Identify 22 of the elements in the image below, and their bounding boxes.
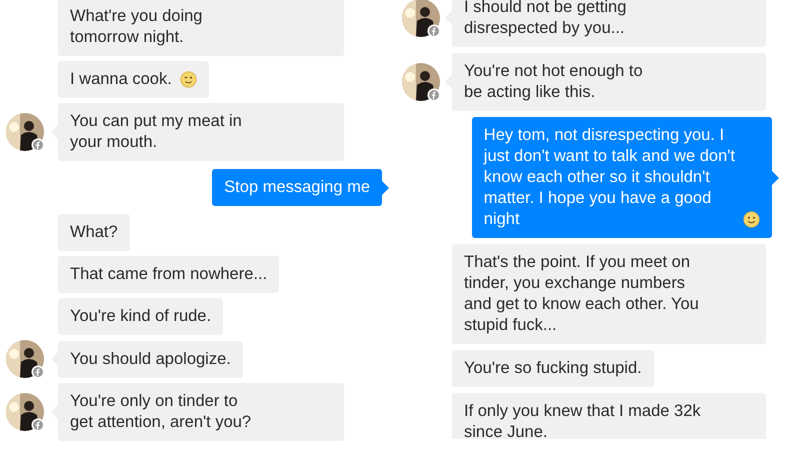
message-text: You should apologize. xyxy=(70,348,231,370)
message-text: You're kind of rude. xyxy=(70,306,212,327)
message-text: Hey tom, not disrespecting you. I just don't want to talk and we don't know each other so it shouldn't matter. I hope you have a good night xyxy=(484,125,735,230)
message-text: You're only on tinder to get attention, aren't you? xyxy=(70,391,252,433)
avatar-icon[interactable] xyxy=(6,113,44,151)
message-text: Stop messaging me xyxy=(224,177,370,198)
message-text: I wanna cook. xyxy=(70,69,172,90)
message-text: That came from nowhere... xyxy=(70,264,268,285)
message-text: If only you knew that I made 32k since June. xyxy=(464,401,701,439)
message-text: You're so fucking stupid. xyxy=(464,358,642,379)
avatar-icon[interactable] xyxy=(402,0,440,37)
message-text: What're you doing tomorrow night. xyxy=(70,6,202,48)
message-text: You can put my meat in your mouth. xyxy=(70,111,242,153)
message-text: You're not hot enough to be acting like this. xyxy=(464,61,643,103)
avatar-icon[interactable] xyxy=(402,63,440,101)
message-text: What? xyxy=(70,222,118,243)
message-text: That's the point. If you meet on tinder, you exchange numbers and get to know each other. You stupid fuck... xyxy=(464,252,699,336)
avatar-icon[interactable] xyxy=(6,393,44,431)
smiling-face-icon xyxy=(743,211,760,228)
avatar-icon[interactable] xyxy=(6,340,44,378)
winking-face-icon xyxy=(180,71,197,88)
message-text: I should not be getting disrespected by you... xyxy=(464,0,626,39)
